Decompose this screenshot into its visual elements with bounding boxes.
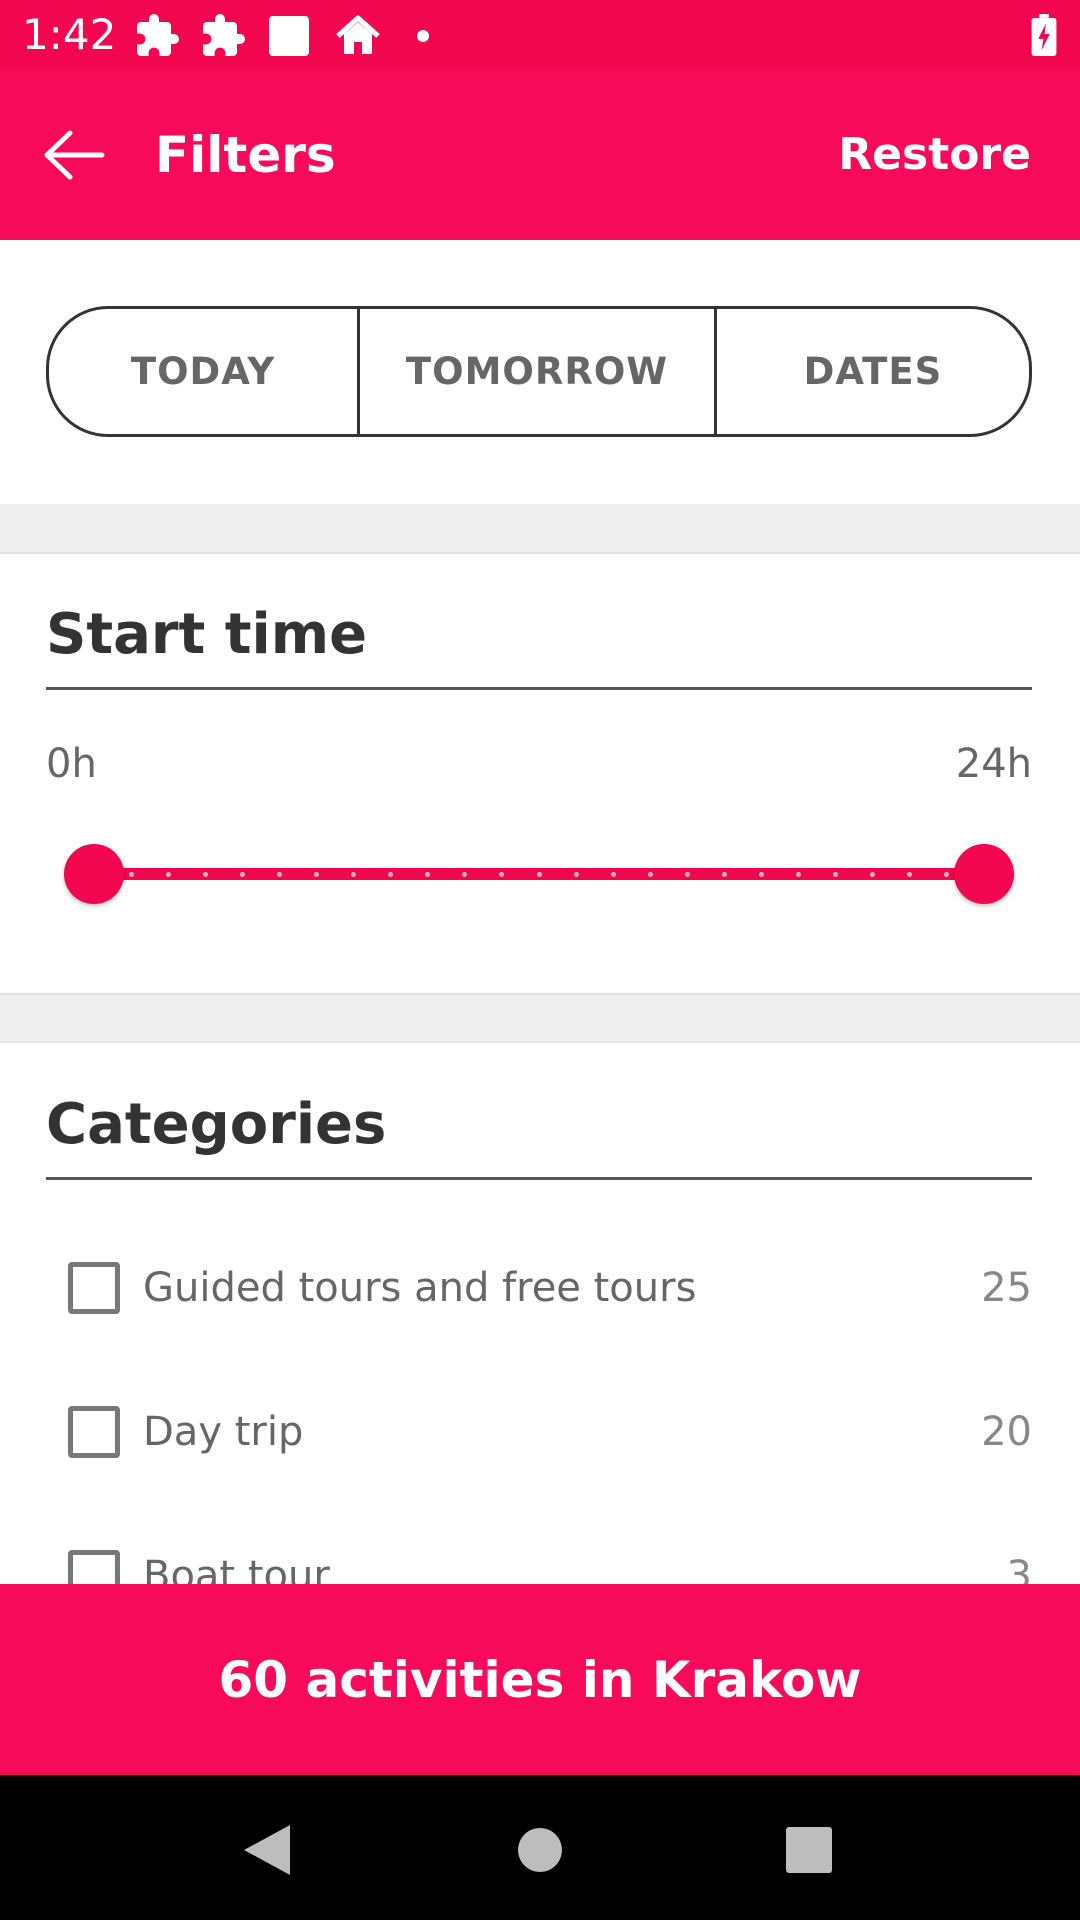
- slider-min-label: 0h: [46, 741, 97, 787]
- recents-square-icon[interactable]: [774, 1815, 844, 1885]
- category-count: 25: [981, 1265, 1032, 1311]
- status-time: 1:42: [22, 10, 117, 59]
- slider-tick: [388, 872, 394, 877]
- slider-tick: [610, 872, 616, 877]
- today-button[interactable]: TODAY: [49, 309, 360, 434]
- time-slider-track[interactable]: [94, 868, 984, 880]
- categories-rule: [46, 1177, 1032, 1180]
- battery-charging-icon: [1031, 14, 1057, 56]
- time-slider-start-thumb[interactable]: [64, 844, 124, 904]
- slider-tick: [165, 872, 171, 877]
- category-label: Day trip: [143, 1409, 304, 1455]
- categories-title: Categories: [46, 1092, 387, 1157]
- time-slider-end-thumb[interactable]: [954, 844, 1014, 904]
- puzzle-icon: [137, 14, 179, 56]
- slider-tick: [276, 872, 282, 877]
- home-icon: [336, 15, 380, 54]
- slider-tick: [796, 872, 802, 877]
- category-checkbox[interactable]: [68, 1550, 120, 1584]
- slider-tick: [462, 872, 468, 877]
- category-item-guided-tours[interactable]: Guided tours and free tours 25: [0, 1220, 1080, 1364]
- arrow-left-icon[interactable]: [30, 123, 120, 187]
- slider-tick: [870, 872, 876, 877]
- home-circle-icon[interactable]: [505, 1815, 575, 1885]
- category-label: Boat tour: [143, 1553, 330, 1584]
- slider-tick: [351, 872, 357, 877]
- slider-tick: [128, 872, 134, 877]
- category-count: 20: [981, 1409, 1032, 1455]
- show-results-button[interactable]: 60 activities in Krakow: [0, 1584, 1080, 1775]
- slider-tick: [684, 872, 690, 877]
- slider-tick: [239, 872, 245, 877]
- slider-tick: [202, 872, 208, 877]
- category-count: 3: [1006, 1553, 1032, 1584]
- app-bar: Filters Restore: [0, 71, 1080, 240]
- start-time-rule: [46, 687, 1032, 690]
- category-checkbox[interactable]: [68, 1406, 120, 1458]
- dates-button[interactable]: DATES: [717, 309, 1029, 434]
- slider-tick: [759, 872, 764, 877]
- slider-tick: [314, 872, 319, 877]
- category-item-day-trip[interactable]: Day trip 20: [0, 1364, 1080, 1508]
- slider-tick: [573, 872, 579, 877]
- back-triangle-icon[interactable]: [232, 1815, 302, 1885]
- status-bar: 1:42: [0, 0, 1080, 71]
- square-icon: [269, 16, 309, 56]
- slider-max-label: 24h: [955, 741, 1032, 787]
- start-time-title: Start time: [46, 602, 368, 667]
- puzzle-icon: [203, 14, 245, 56]
- slider-tick: [833, 872, 839, 877]
- tomorrow-button[interactable]: TOMORROW: [360, 309, 717, 434]
- results-label: 60 activities in Krakow: [218, 1650, 862, 1709]
- slider-tick: [721, 872, 727, 877]
- date-selector: TODAY TOMORROW DATES: [46, 306, 1032, 437]
- section-divider: [0, 993, 1080, 1043]
- restore-button[interactable]: Restore: [838, 127, 1031, 183]
- category-list: Guided tours and free tours 25 Day trip …: [0, 1220, 1080, 1584]
- category-item-boat-tour[interactable]: Boat tour 3: [0, 1508, 1080, 1584]
- slider-tick: [944, 872, 950, 877]
- dot-icon: [417, 30, 429, 42]
- slider-tick: [647, 872, 653, 877]
- section-divider: [0, 504, 1080, 554]
- slider-tick: [907, 872, 913, 877]
- slider-tick: [425, 872, 431, 877]
- system-nav-bar: [0, 1775, 1080, 1920]
- category-label: Guided tours and free tours: [143, 1265, 697, 1311]
- category-checkbox[interactable]: [68, 1262, 120, 1314]
- slider-tick: [499, 872, 505, 877]
- slider-tick: [536, 872, 542, 877]
- page-title: Filters: [155, 126, 336, 184]
